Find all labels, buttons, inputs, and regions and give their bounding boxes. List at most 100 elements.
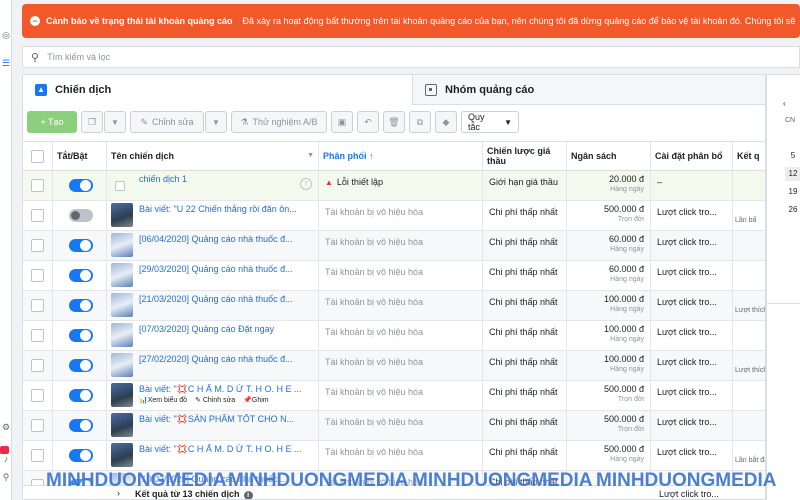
edit-dropdown-button[interactable]: ▼ [205, 111, 227, 133]
campaign-toggle[interactable] [69, 239, 93, 252]
campaign-name-link[interactable]: Bài viết: "💢SẢN PHẨM TỐT CHO N... [139, 414, 315, 425]
tag-button[interactable]: ◆ [435, 111, 457, 133]
search-icon[interactable]: ⚲ [1, 472, 11, 482]
duplicate-dropdown-button[interactable]: ▼ [104, 111, 126, 133]
search-bar: ⚲ [22, 46, 800, 68]
campaign-name-link[interactable]: [07/03/2020] Quảng cáo Đặt ngay [139, 324, 315, 334]
bid-cell: Chi phí thấp nhất [483, 381, 567, 410]
row-checkbox[interactable] [31, 239, 44, 252]
campaign-toggle[interactable] [69, 269, 93, 282]
table-row[interactable]: Bài viết: "💢C H Ấ M. D Ứ T. H O. H E ...… [23, 381, 765, 411]
clipboard-button[interactable]: ▣ [331, 111, 353, 133]
campaign-name-link[interactable]: Bài viết: "💢C H Ấ M. D Ứ T. H O. H E ... [139, 384, 315, 395]
campaign-name-link[interactable]: [21/03/2020] Quảng cáo nhà thuốc đ... [139, 294, 315, 304]
row-checkbox[interactable] [31, 269, 44, 282]
calendar-day[interactable]: 19 [785, 185, 800, 199]
col-name[interactable]: Tên chiến dịch ▼ [107, 142, 319, 170]
col-on-off[interactable]: Tắt/Bật [53, 142, 107, 170]
campaign-toggle[interactable] [69, 299, 93, 312]
campaign-name-link[interactable]: [06/04/2020] Quảng cáo nhà thuốc đ... [139, 234, 315, 244]
create-button[interactable]: + Tạo [27, 111, 77, 133]
calendar-day[interactable]: 5 [785, 149, 800, 163]
row-checkbox[interactable] [31, 209, 44, 222]
col-delivery[interactable]: Phân phối ↑ [319, 142, 483, 170]
delivery-cell: Tài khoản bị vô hiệu hóa [319, 231, 483, 260]
table-row[interactable]: [29/03/2020] Quảng cáo nhà thuốc đ... Tài… [23, 261, 765, 291]
calendar-day[interactable]: 12 [785, 167, 800, 181]
bid-strategy: Chi phí thấp nhất [489, 357, 558, 367]
ab-test-button[interactable]: ⚗ Thử nghiệm A/B [231, 111, 327, 133]
row-checkbox[interactable] [31, 419, 44, 432]
globe-icon[interactable]: ◎ [1, 30, 11, 40]
search-input[interactable] [47, 52, 648, 62]
table-row[interactable]: [07/03/2020] Quảng cáo Đặt ngay Tài khoản… [23, 321, 765, 351]
edit-link[interactable]: ✎ Chỉnh sửa [195, 397, 239, 404]
campaign-name-link[interactable]: [27/02/2020] Quảng cáo nhà thuốc đ... [139, 354, 315, 364]
table-row[interactable]: chiến dịch 1 ↑ ▲ Lỗi thiết lập Giới hạn giá … [23, 171, 765, 201]
bid-cell: Chi phí thấp nhất [483, 411, 567, 440]
row-checkbox[interactable] [31, 179, 44, 192]
tab-ad-sets[interactable]: Nhóm quảng cáo [415, 75, 765, 105]
caret-down-icon: ▼ [212, 117, 220, 127]
row-checkbox[interactable] [31, 299, 44, 312]
col-budget[interactable]: Ngân sách [567, 142, 651, 170]
info-icon[interactable]: i [243, 491, 253, 499]
campaign-name-link[interactable]: Bài viết: "U 22 Chiến thắng rồi đăn ôn..… [139, 204, 315, 214]
campaign-name-link[interactable]: [29/03/2020] Quảng cáo nhà thuốc đ... [139, 264, 315, 274]
campaign-toggle[interactable] [69, 419, 93, 432]
settings-icon[interactable]: ⚙ [1, 422, 11, 432]
edit-button[interactable]: ✎ Chỉnh sửa [130, 111, 204, 133]
table-row[interactable]: [27/02/2020] Quảng cáo nhà thuốc đ... Tài… [23, 351, 765, 381]
tab-campaigns[interactable]: ▲ Chiến dịch [23, 75, 413, 105]
attribution-setting: Lượt click tro... [657, 207, 717, 217]
prev-month-icon[interactable]: ‹ [783, 99, 786, 108]
total-results-label: Kết quả từ 13 chiến dịch [135, 489, 240, 499]
campaign-name-link[interactable]: Bài viết: "💢C H Ấ M. D Ứ T. H O. H E ... [139, 444, 315, 455]
campaign-toggle[interactable] [69, 389, 93, 402]
campaign-toggle[interactable] [69, 209, 93, 222]
undo-icon: ↶ [364, 116, 372, 127]
delivery-cell: Tài khoản bị vô hiệu hóa [319, 441, 483, 470]
view-chart-link[interactable]: 📊Xem biểu đồ [139, 397, 191, 404]
calendar-day[interactable]: 26 [785, 203, 800, 217]
row-checkbox[interactable] [31, 449, 44, 462]
col-attribution[interactable]: Cài đặt phân bổ [651, 142, 733, 170]
select-all-checkbox[interactable] [31, 150, 44, 163]
upload-icon[interactable]: ↑ [300, 178, 312, 190]
chevron-right-icon[interactable]: › [117, 488, 120, 498]
table-row[interactable]: [21/03/2020] Quảng cáo nhà thuốc đ... Tài… [23, 291, 765, 321]
attribution-cell: Lượt click tro... [651, 231, 733, 260]
delivery-status: Tài khoản bị vô hiệu hóa [325, 237, 424, 247]
bell-icon[interactable]: ♪ [1, 454, 11, 464]
col-bid-strategy[interactable]: Chiến lược giá thầu [483, 142, 567, 170]
row-actions: 📊Xem biểu đồ ✎ Chỉnh sửa 📌Ghim [139, 396, 277, 404]
table-row[interactable]: Bài viết: "💢C H Ấ M. D Ứ T. H O. H E ...… [23, 441, 765, 471]
menu-list-icon[interactable]: ☰ [1, 58, 11, 68]
ad-thumbnail [111, 203, 133, 227]
campaign-toggle[interactable] [69, 449, 93, 462]
col-results[interactable]: Kết q [733, 142, 765, 170]
rules-dropdown[interactable]: Quy tắc ▼ [461, 111, 519, 133]
caret-down-icon: ▼ [504, 117, 512, 127]
delete-button[interactable]: 🗑 [383, 111, 405, 133]
table-row[interactable]: [06/04/2020] Quảng cáo nhà thuốc đ... Tài… [23, 231, 765, 261]
toggle-cell [53, 261, 107, 290]
budget-value: 100.000 đ [603, 294, 644, 304]
campaign-name-link[interactable]: chiến dịch 1 [139, 174, 315, 184]
undo-button[interactable]: ↶ [357, 111, 379, 133]
table-row[interactable]: Bài viết: "U 22 Chiến thắng rồi đăn ôn..… [23, 201, 765, 231]
row-checkbox[interactable] [31, 329, 44, 342]
delivery-cell: Tài khoản bị vô hiệu hóa [319, 261, 483, 290]
row-checkbox[interactable] [31, 389, 44, 402]
table-row[interactable]: Bài viết: "💢SẢN PHẨM TỐT CHO N... Tài kho… [23, 411, 765, 441]
campaign-toggle[interactable] [69, 179, 93, 192]
campaign-toggle[interactable] [69, 359, 93, 372]
date-picker-panel: ‹ CN 5 12 19 26 [766, 74, 800, 304]
campaign-name-link[interactable]: [10/02/2020] Quảng cáo nhà thuốc... [139, 474, 315, 484]
duplicate-button[interactable]: ❐ [81, 111, 103, 133]
row-checkbox[interactable] [31, 359, 44, 372]
bid-cell: Chi phí thấp nhất [483, 261, 567, 290]
preview-button[interactable]: ⧉ [409, 111, 431, 133]
campaign-toggle[interactable] [69, 329, 93, 342]
pin-link[interactable]: 📌Ghim [243, 397, 272, 404]
